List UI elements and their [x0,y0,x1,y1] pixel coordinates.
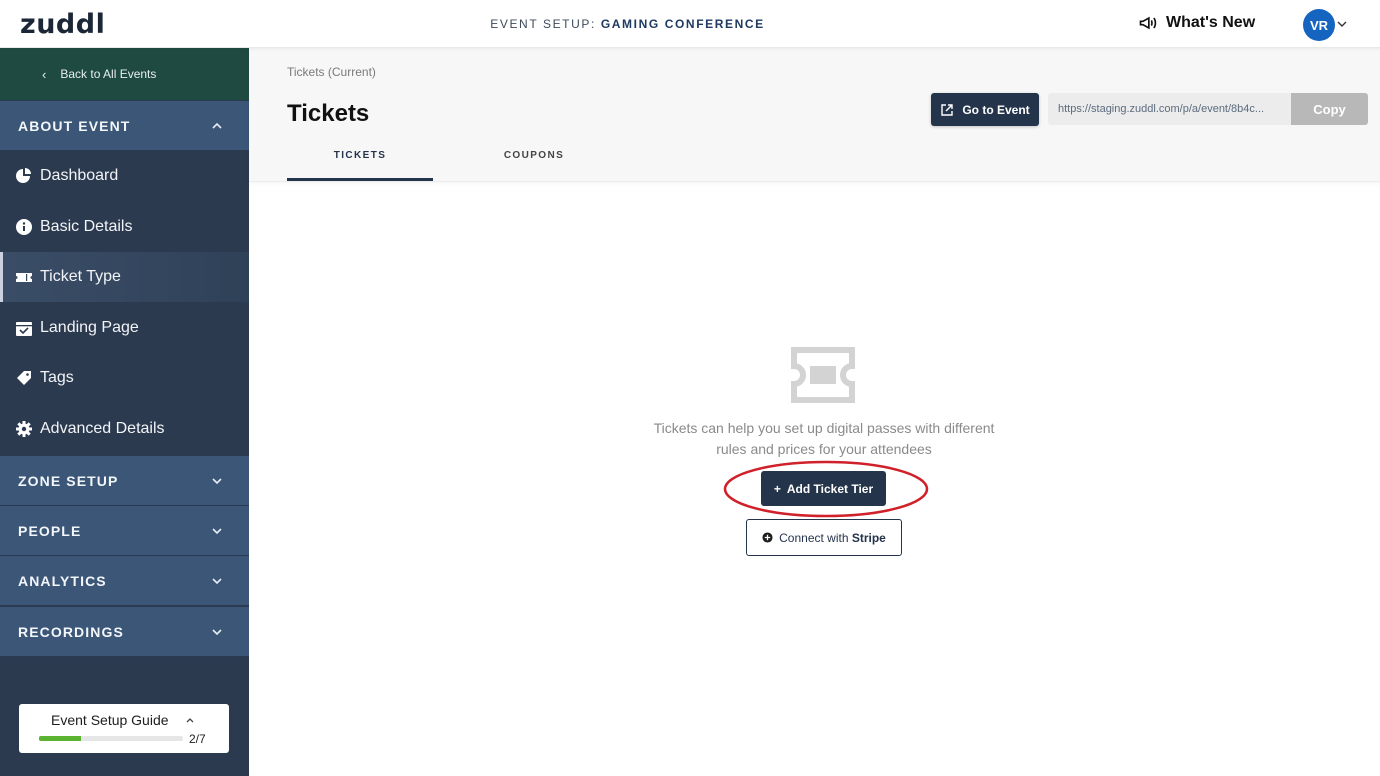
user-avatar[interactable]: VR [1303,9,1335,41]
back-to-all-events-link[interactable]: ‹ Back to All Events [0,48,249,100]
add-ticket-tier-label: Add Ticket Tier [786,481,874,496]
sidebar-item-label: Ticket Type [40,268,121,285]
plus-circle-icon [762,532,773,543]
section-about-event-label: ABOUT EVENT [18,117,131,134]
section-zone-setup[interactable]: ZONE SETUP [0,456,249,506]
sidebar-item-advanced-details[interactable]: Advanced Details [0,404,249,454]
tab-tickets[interactable]: TICKETS [287,150,433,161]
sidebar-item-dashboard[interactable]: Dashboard [0,151,249,201]
event-name: GAMING CONFERENCE [600,17,765,31]
go-to-event-label: Go to Event [962,102,1030,117]
guide-count: 2/7 [189,732,206,746]
calendar-check-icon [15,319,33,337]
guide-progress-bar [39,736,183,741]
section-recordings[interactable]: RECORDINGS [0,607,249,657]
megaphone-icon [1139,16,1157,30]
guide-progress-fill [39,736,81,741]
go-to-event-button[interactable]: Go to Event [931,93,1039,126]
sidebar-item-label: Tags [40,369,74,386]
chevron-down-icon [212,578,222,585]
section-label: RECORDINGS [18,623,124,640]
top-bar: zuddl EVENT SETUP: GAMING CONFERENCE Wha… [0,0,1380,48]
event-setup-title: EVENT SETUP: GAMING CONFERENCE [0,17,1255,31]
ticket-icon [15,268,33,286]
add-ticket-tier-button[interactable]: + Add Ticket Tier [761,471,886,506]
connect-with-stripe-button[interactable]: Connect with Stripe [746,519,902,556]
tag-icon [15,369,33,387]
sidebar-item-label: Dashboard [40,167,119,184]
chevron-up-icon[interactable] [185,716,195,724]
section-analytics[interactable]: ANALYTICS [0,556,249,606]
copy-url-button[interactable]: Copy [1291,93,1368,125]
section-label: ANALYTICS [18,572,107,589]
event-setup-prefix: EVENT SETUP: [490,17,601,31]
main-content: Tickets (Current) Tickets Go to Event ht… [249,48,1380,776]
chevron-down-icon [212,478,222,485]
active-tab-indicator [287,178,433,181]
sidebar-item-ticket-type[interactable]: Ticket Type [0,252,249,302]
chevron-down-icon [212,629,222,636]
connect-with-stripe-label: Connect with Stripe [779,531,886,545]
sidebar-item-landing-page[interactable]: Landing Page [0,303,249,353]
sidebar-item-basic-details[interactable]: Basic Details [0,202,249,252]
chevron-down-icon [212,528,222,535]
back-label: Back to All Events [60,67,157,81]
event-setup-guide[interactable]: Event Setup Guide 2/7 [19,704,229,753]
sidebar-item-label: Landing Page [40,319,139,336]
sidebar-item-label: Advanced Details [40,420,165,437]
whats-new-button[interactable]: What's New [1138,13,1255,33]
sidebar-item-label: Basic Details [40,218,133,235]
stripe-prefix: Connect with [779,530,852,545]
page-title: Tickets [287,100,370,127]
whats-new-label: What's New [1166,14,1256,31]
sidebar: ‹ Back to All Events ABOUT EVENT Dashboa… [0,48,249,776]
breadcrumb[interactable]: Tickets (Current) [287,65,376,79]
section-label: ZONE SETUP [18,472,119,489]
chevron-down-icon[interactable] [1337,20,1347,28]
chevron-up-icon [212,122,222,129]
plus-icon: + [773,481,781,496]
section-label: PEOPLE [18,522,82,539]
tab-coupons[interactable]: COUPONS [461,150,607,161]
event-url-field[interactable]: https://staging.zuddl.com/p/a/event/8b4c… [1048,93,1291,125]
external-link-icon [941,103,954,116]
empty-state-text: Tickets can help you set up digital pass… [653,420,995,457]
guide-title: Event Setup Guide [51,712,169,728]
section-about-event[interactable]: ABOUT EVENT [0,101,249,151]
gear-icon [15,420,33,438]
pie-chart-icon [15,167,33,185]
page-header: Tickets (Current) Tickets Go to Event ht… [249,48,1380,182]
section-people[interactable]: PEOPLE [0,506,249,556]
chevron-left-icon: ‹ [42,66,47,82]
ticket-placeholder-icon [791,347,855,403]
info-icon [15,218,33,236]
stripe-brand: Stripe [851,530,886,545]
sidebar-item-tags[interactable]: Tags [0,353,249,403]
